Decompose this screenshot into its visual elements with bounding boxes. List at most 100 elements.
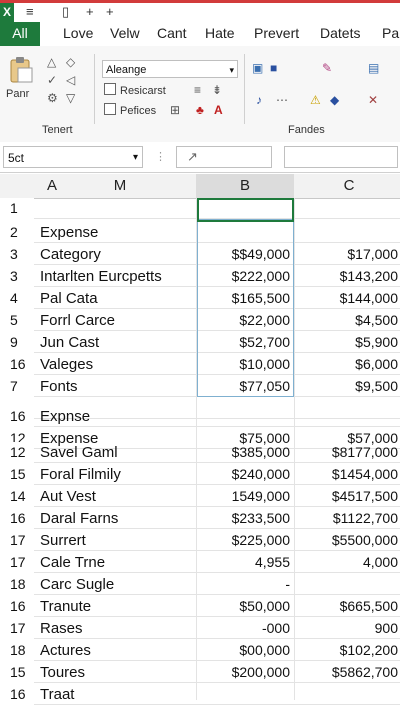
cell-b[interactable] xyxy=(196,684,290,705)
cell-b[interactable]: $50,000 xyxy=(196,596,290,617)
cell-b[interactable] xyxy=(196,406,290,427)
add-icon[interactable]: + xyxy=(86,4,94,20)
row-number[interactable]: 17 xyxy=(0,552,34,573)
cell-c[interactable] xyxy=(298,198,398,219)
tab-love[interactable]: Love xyxy=(63,22,93,46)
cell-b[interactable]: -000 xyxy=(196,618,290,639)
add-icon-2[interactable]: + xyxy=(106,4,114,20)
row-number[interactable]: 16 xyxy=(0,406,34,427)
gear-icon[interactable]: ⚙ xyxy=(47,92,58,104)
cell-c[interactable] xyxy=(298,574,398,595)
row-number[interactable]: 15 xyxy=(0,662,34,683)
cell-c[interactable]: $5500,000 xyxy=(298,530,398,551)
menu-icon[interactable]: ≡ xyxy=(26,4,34,20)
cell-a[interactable]: Daral Farns xyxy=(40,508,200,529)
row-number[interactable]: 3 xyxy=(0,266,34,287)
cell-a[interactable]: Jun Cast xyxy=(40,332,200,353)
cell-a[interactable]: Valeges xyxy=(40,354,200,375)
cell-c[interactable]: $144,000 xyxy=(298,288,398,309)
checkbox-1[interactable]: Resicarst xyxy=(104,83,166,97)
cell-b[interactable]: $200,000 xyxy=(196,662,290,683)
row-number[interactable]: 16 xyxy=(0,596,34,617)
column-header-m[interactable]: M xyxy=(108,174,132,198)
row-number[interactable]: 9 xyxy=(0,332,34,353)
save-icon[interactable]: ▯ xyxy=(62,4,69,20)
more-icon[interactable]: ⋯ xyxy=(276,94,288,106)
active-cell[interactable] xyxy=(197,198,294,222)
chart-icon[interactable]: ▤ xyxy=(368,62,379,74)
cell-c[interactable]: $6,000 xyxy=(298,354,398,375)
row-number[interactable]: 17 xyxy=(0,618,34,639)
cell-c[interactable]: $665,500 xyxy=(298,596,398,617)
row-number[interactable]: 5 xyxy=(0,310,34,331)
cell-a[interactable]: Cale Trne xyxy=(40,552,200,573)
function-box[interactable]: ↗ xyxy=(176,146,272,168)
cell-c[interactable]: $4517,500 xyxy=(298,486,398,507)
cell-b[interactable]: 1549,000 xyxy=(196,486,290,507)
font-color-icon[interactable]: A xyxy=(214,104,223,116)
tab-prevert[interactable]: Prevert xyxy=(254,22,299,46)
row-number[interactable]: 18 xyxy=(0,574,34,595)
tab-velw[interactable]: Velw xyxy=(110,22,140,46)
row-number[interactable]: 4 xyxy=(0,288,34,309)
cell-c[interactable]: $17,000 xyxy=(298,244,398,265)
cell-c[interactable]: 4,000 xyxy=(298,552,398,573)
cell-b[interactable]: $00,000 xyxy=(196,640,290,661)
column-header-c[interactable]: C xyxy=(298,174,400,198)
tab-all[interactable]: All xyxy=(0,22,40,46)
cell-a[interactable]: Rases xyxy=(40,618,200,639)
border-icon[interactable]: ⊞ xyxy=(170,104,180,116)
cell-a[interactable]: Expense xyxy=(40,222,200,243)
cell-a[interactable]: Foral Filmily xyxy=(40,464,200,485)
cell-b[interactable]: $233,500 xyxy=(196,508,290,529)
cell-c[interactable]: $102,200 xyxy=(298,640,398,661)
cell-c[interactable]: $1454,000 xyxy=(298,464,398,485)
cell-c[interactable]: $9,500 xyxy=(298,376,398,397)
cell-c[interactable]: $1122,700 xyxy=(298,508,398,529)
warning-icon[interactable]: ⚠ xyxy=(310,94,321,106)
tab-datets[interactable]: Datets xyxy=(320,22,360,46)
row-number[interactable]: 16 xyxy=(0,508,34,529)
cell-a[interactable]: Toures xyxy=(40,662,200,683)
cell-a[interactable]: Traat xyxy=(40,684,200,705)
tab-pa[interactable]: Pa xyxy=(382,22,399,46)
row-number[interactable]: 17 xyxy=(0,530,34,551)
row-number[interactable]: 3 xyxy=(0,244,34,265)
row-number[interactable]: 14 xyxy=(0,486,34,507)
cell-c[interactable]: $5862,700 xyxy=(298,662,398,683)
cell-b[interactable]: - xyxy=(196,574,290,595)
cell-a[interactable]: Aut Vest xyxy=(40,486,200,507)
sort-icon[interactable]: ♪ xyxy=(256,94,262,106)
cell-c[interactable]: $143,200 xyxy=(298,266,398,287)
shield-icon[interactable]: ▽ xyxy=(66,92,75,104)
column-header-b[interactable]: B xyxy=(196,174,294,198)
row-number[interactable]: 16 xyxy=(0,684,34,705)
tab-cant[interactable]: Cant xyxy=(157,22,187,46)
cut-icon[interactable]: △ xyxy=(47,56,56,68)
edit-icon[interactable]: ■ xyxy=(270,62,277,74)
cell-a[interactable]: Category xyxy=(40,244,200,265)
cell-a[interactable]: Pal Cata xyxy=(40,288,200,309)
cell-a[interactable]: Actures xyxy=(40,640,200,661)
cell-a[interactable]: Expnse xyxy=(40,406,200,427)
diamond-icon[interactable]: ◇ xyxy=(66,56,75,68)
font-name-select[interactable]: Aleange ▾ xyxy=(102,60,238,78)
copy-icon[interactable]: ✓ xyxy=(47,74,57,86)
indent-icon[interactable]: ⇟ xyxy=(212,84,222,96)
cell-a[interactable]: Tranute xyxy=(40,596,200,617)
cell-c[interactable] xyxy=(298,222,398,243)
cell-a[interactable] xyxy=(40,198,200,219)
row-number[interactable]: 7 xyxy=(0,376,34,397)
cell-b[interactable]: $225,000 xyxy=(196,530,290,551)
tools-icon[interactable]: ✕ xyxy=(368,94,378,106)
row-number[interactable]: 1 xyxy=(0,198,34,219)
row-number[interactable]: 18 xyxy=(0,640,34,661)
align-icon[interactable]: ≡ xyxy=(194,84,201,96)
name-box[interactable]: 5ct ▾ xyxy=(3,146,143,168)
column-header-a[interactable]: A xyxy=(40,174,64,198)
row-number[interactable]: 16 xyxy=(0,354,34,375)
cell-a[interactable]: Surrert xyxy=(40,530,200,551)
cell-c[interactable]: 900 xyxy=(298,618,398,639)
cell-c[interactable] xyxy=(298,406,398,427)
row-number[interactable]: 15 xyxy=(0,464,34,485)
